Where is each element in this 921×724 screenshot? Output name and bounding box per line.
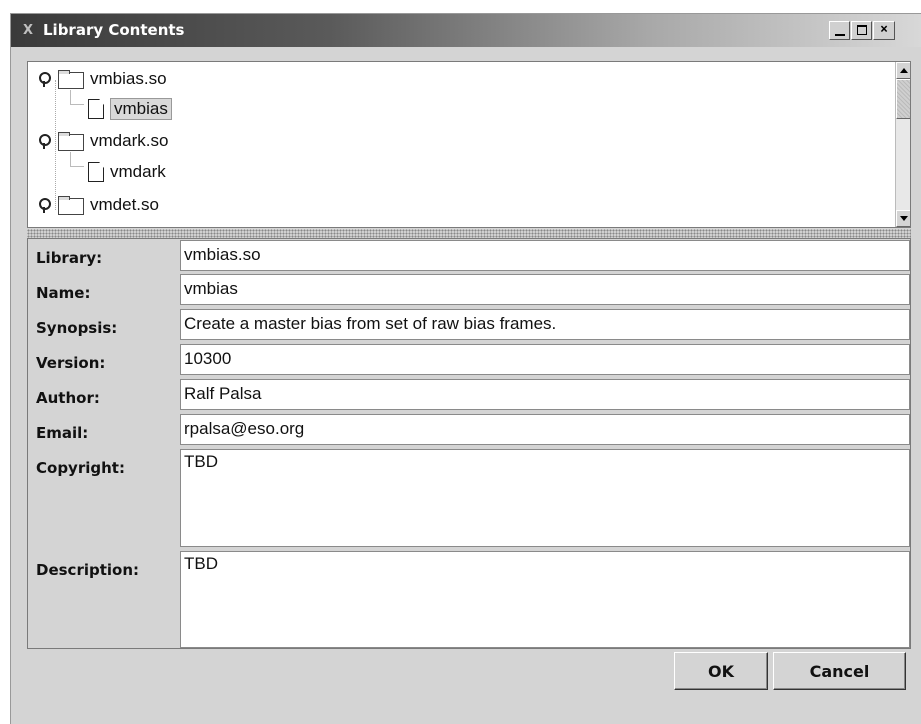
library-label: Library: <box>36 249 103 267</box>
maximize-icon <box>856 25 867 35</box>
scroll-thumb[interactable] <box>896 79 910 119</box>
version-label: Version: <box>36 354 106 372</box>
tree-connector <box>70 152 84 167</box>
expand-handle-icon[interactable] <box>38 198 51 213</box>
tree-node-label: vmbias.so <box>90 69 167 88</box>
synopsis-field[interactable]: Create a master bias from set of raw bia… <box>180 309 910 340</box>
author-label: Author: <box>36 389 100 407</box>
copyright-textarea[interactable]: TBD <box>180 449 910 547</box>
ok-button[interactable]: OK <box>674 652 768 690</box>
split-pane-divider[interactable] <box>27 229 911 238</box>
author-field[interactable]: Ralf Palsa <box>180 379 910 410</box>
tree-node-library[interactable]: vmbias.so <box>38 64 167 94</box>
name-field[interactable]: vmbias <box>180 274 910 305</box>
tree-connector <box>70 90 84 105</box>
expand-handle-icon[interactable] <box>38 72 51 87</box>
file-icon <box>88 162 104 182</box>
minimize-button[interactable] <box>829 21 850 40</box>
expand-handle-icon[interactable] <box>38 134 51 149</box>
tree-node-library[interactable]: vmdark.so <box>38 126 168 156</box>
cancel-button[interactable]: Cancel <box>773 652 906 690</box>
tree-scrollbar[interactable] <box>895 62 910 227</box>
synopsis-label: Synopsis: <box>36 319 118 337</box>
description-textarea[interactable]: TBD <box>180 551 910 648</box>
tree-node-label: vmdark <box>110 162 166 181</box>
folder-icon <box>58 70 84 89</box>
details-panel: Library: vmbias.so Name: vmbias Synopsis… <box>27 238 911 649</box>
name-label: Name: <box>36 284 91 302</box>
tree-node-label: vmdark.so <box>90 131 169 150</box>
app-logo-icon: X <box>23 23 34 38</box>
window-title: Library Contents <box>43 21 185 39</box>
copyright-label: Copyright: <box>36 459 125 477</box>
file-icon <box>88 99 104 119</box>
version-field[interactable]: 10300 <box>180 344 910 375</box>
scroll-down-button[interactable] <box>896 210 910 227</box>
tree-node-label-selected: vmbias <box>110 98 172 120</box>
close-icon: × <box>880 22 888 37</box>
title-bar[interactable]: X Library Contents × <box>11 14 921 47</box>
library-field[interactable]: vmbias.so <box>180 240 910 271</box>
scroll-up-button[interactable] <box>896 62 910 79</box>
folder-icon <box>58 132 84 151</box>
arrow-down-icon <box>900 216 908 221</box>
library-tree[interactable]: vmbias.so vmbias vmdark.so vmdark vmdet.… <box>27 61 911 228</box>
maximize-button[interactable] <box>851 21 872 40</box>
tree-node-library[interactable]: vmdet.so <box>38 190 159 220</box>
folder-icon <box>58 196 84 215</box>
email-label: Email: <box>36 424 89 442</box>
library-contents-window: X Library Contents × vmbias.so vmbias vm… <box>10 13 921 724</box>
tree-node-recipe[interactable]: vmdark <box>88 157 166 187</box>
close-button[interactable]: × <box>873 21 895 40</box>
arrow-up-icon <box>900 68 908 73</box>
tree-node-recipe[interactable]: vmbias <box>88 94 172 124</box>
minimize-icon <box>834 34 845 36</box>
email-field[interactable]: rpalsa@eso.org <box>180 414 910 445</box>
description-label: Description: <box>36 561 140 579</box>
tree-node-label: vmdet.so <box>90 195 159 214</box>
